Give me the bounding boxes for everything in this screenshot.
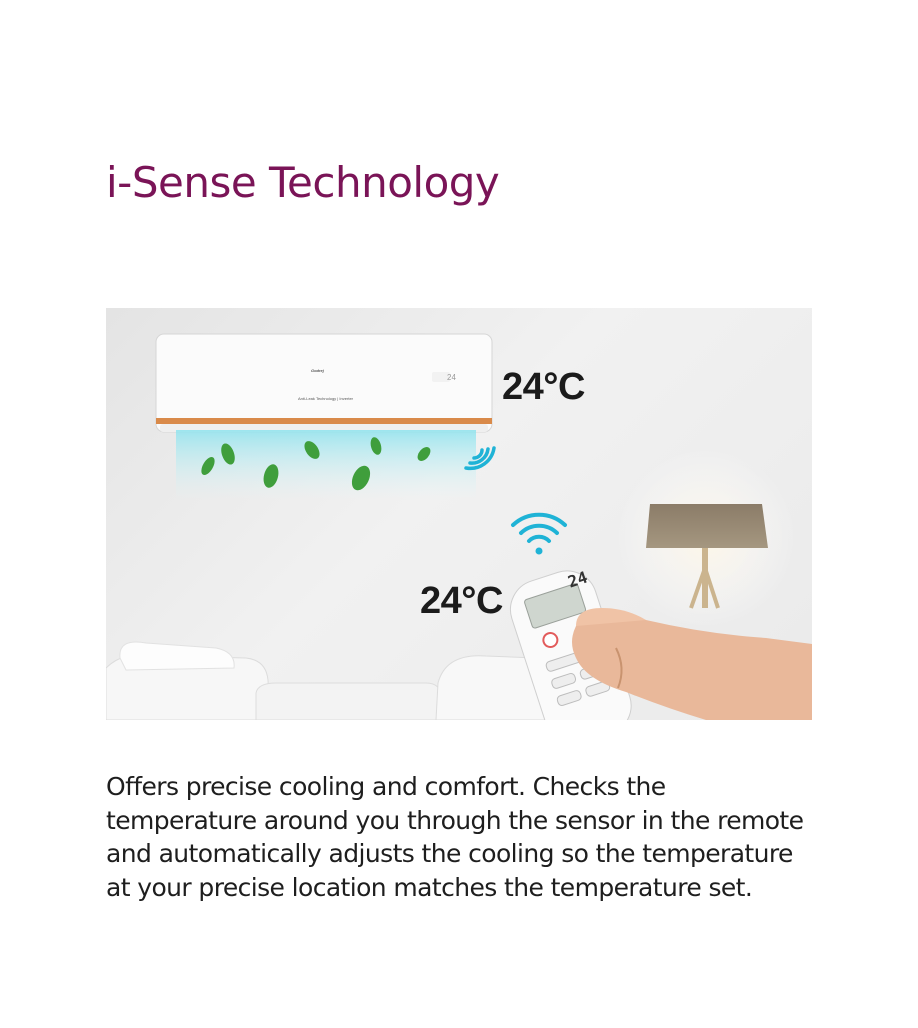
scene-graphic	[106, 333, 812, 720]
remote-temperature-label: 24°C	[420, 580, 503, 622]
ac-temperature-label: 24°C	[502, 366, 585, 408]
feature-description: Offers precise cooling and comfort. Chec…	[106, 772, 804, 902]
airflow	[176, 430, 476, 500]
product-illustration: Godrej Anti-Leak Technology | Inverter 2…	[106, 308, 812, 720]
ac-brand: Godrej	[311, 368, 324, 373]
page-title: i-Sense Technology	[106, 158, 500, 207]
lamp	[616, 448, 796, 628]
sofa	[106, 641, 569, 720]
wifi-signal-icon	[511, 512, 567, 555]
ac-unit	[155, 333, 493, 433]
ac-display-value: 24	[447, 373, 456, 382]
ac-label: Anti-Leak Technology | Inverter	[298, 396, 353, 401]
